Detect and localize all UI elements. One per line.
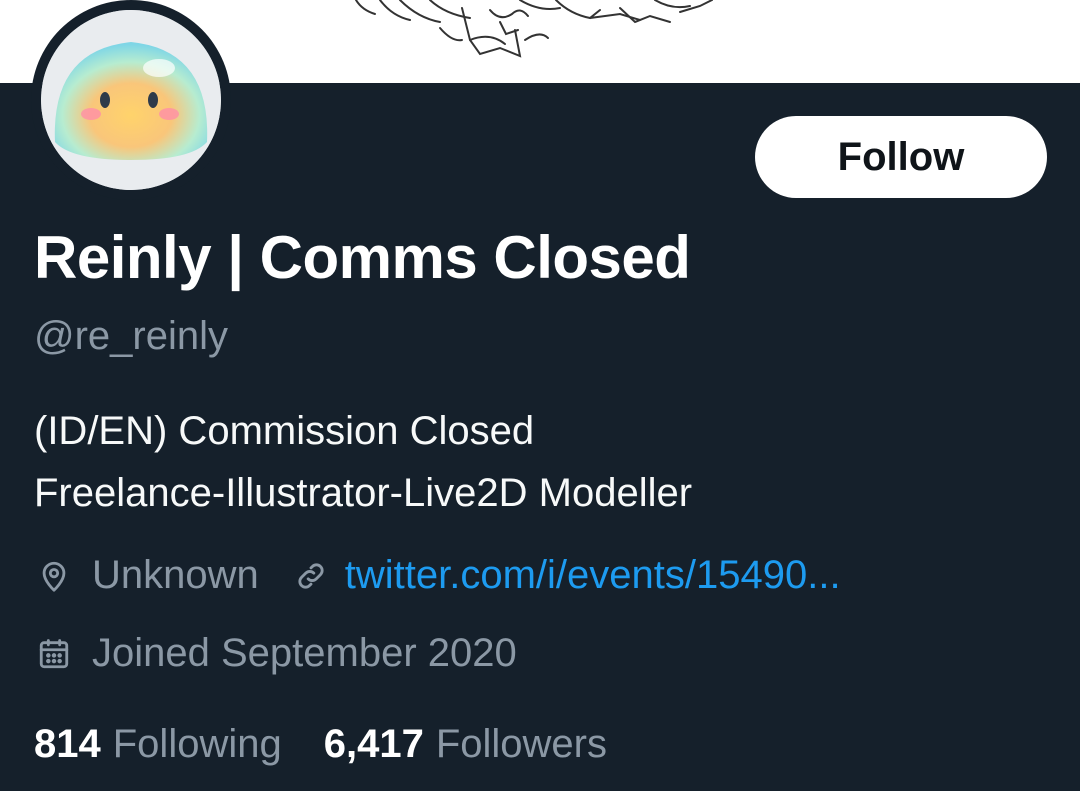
bio-line: (ID/EN) Commission Closed xyxy=(34,409,535,453)
profile-joined-date: Joined September 2020 xyxy=(92,631,517,675)
following-label: Following xyxy=(112,722,282,766)
map-pin-icon xyxy=(34,556,74,596)
link-icon xyxy=(291,556,331,596)
profile-website-link[interactable]: twitter.com/i/events/15490... xyxy=(345,553,841,598)
profile-handle: @re_reinly xyxy=(34,314,229,358)
following-link[interactable]: 814 Following xyxy=(34,722,282,767)
follow-button[interactable]: Follow xyxy=(755,116,1047,198)
calendar-icon xyxy=(34,634,74,674)
bio-line: Freelance-Illustrator-Live2D Modeller xyxy=(34,471,693,515)
profile-location: Unknown xyxy=(92,553,259,597)
profile-stats: 814 Following 6,417 Followers xyxy=(34,722,607,767)
profile-bio: (ID/EN) Commission Closed Freelance-Illu… xyxy=(34,400,692,524)
avatar[interactable] xyxy=(31,0,231,200)
profile-meta-row: Joined September 2020 xyxy=(34,631,517,676)
profile-display-name: Reinly | Comms Closed xyxy=(34,224,691,291)
followers-count: 6,417 xyxy=(323,722,424,766)
profile-meta-row: Unknown twitter.com/i/events/15490... xyxy=(34,553,841,598)
followers-label: Followers xyxy=(435,722,607,766)
following-count: 814 xyxy=(34,722,101,766)
avatar-image xyxy=(41,10,221,190)
followers-link[interactable]: 6,417 Followers xyxy=(324,722,607,767)
profile-page: Follow Reinly | Comms Closed @re_reinly … xyxy=(0,0,1080,791)
